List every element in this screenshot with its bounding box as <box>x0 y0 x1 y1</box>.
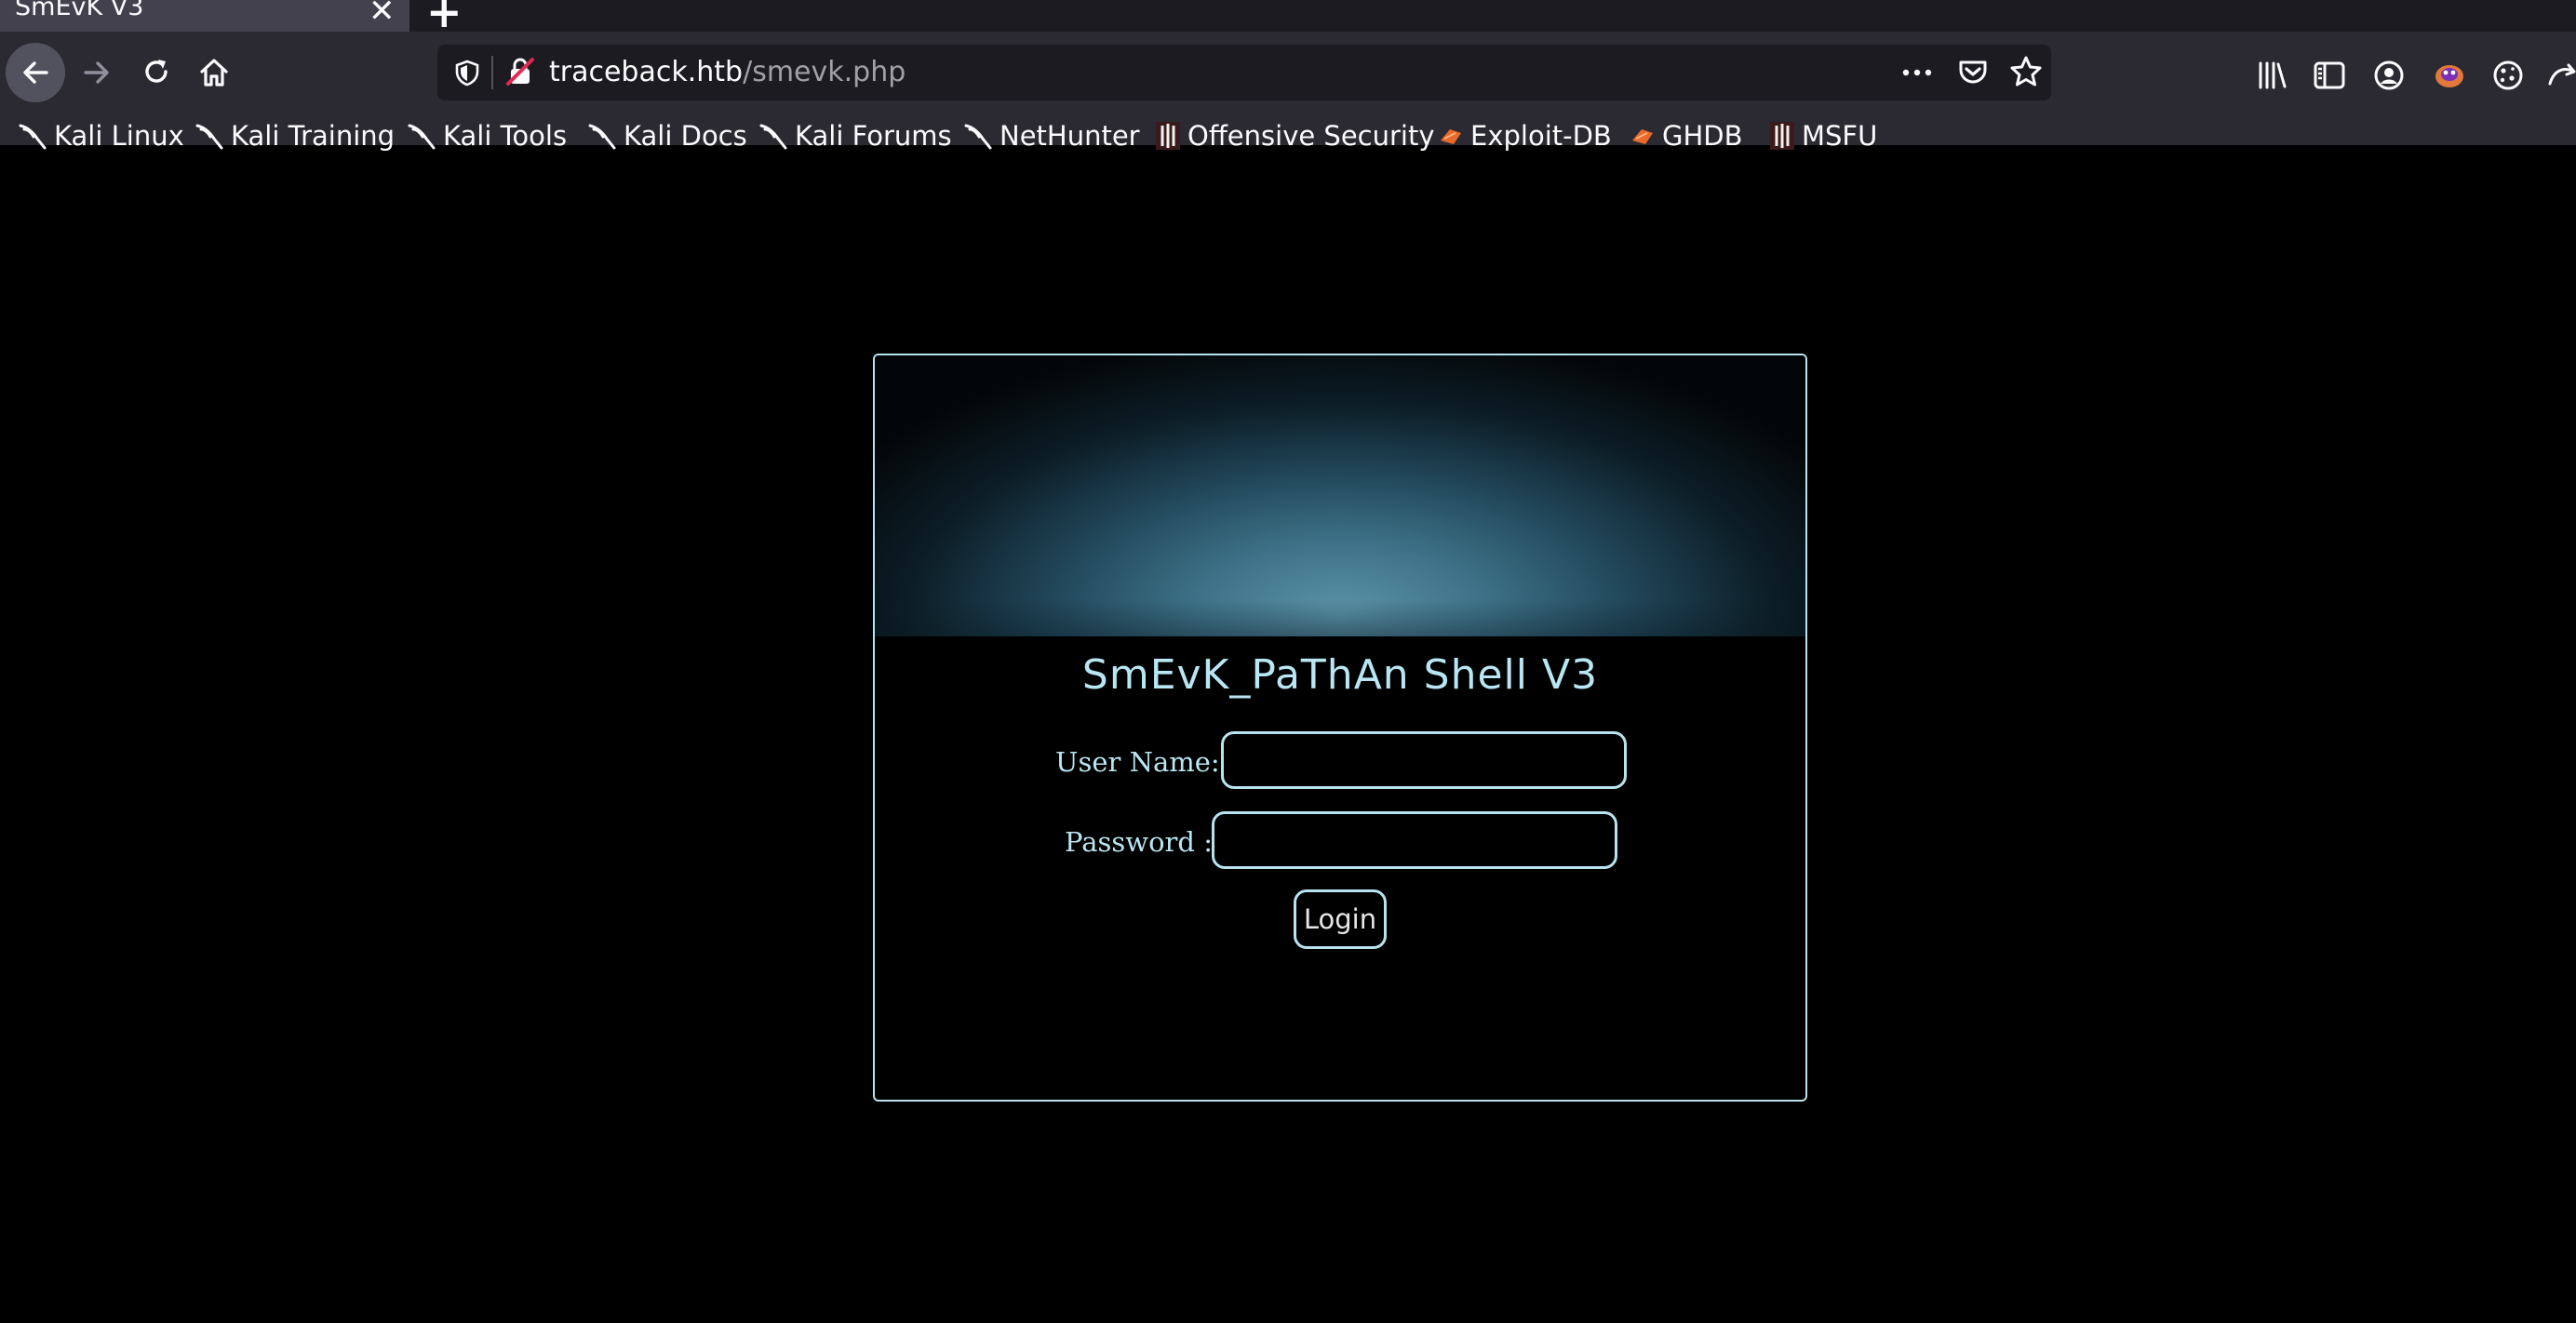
bookmark-kali-docs[interactable]: Kali Docs <box>586 119 747 153</box>
more-actions-icon[interactable] <box>1900 58 1934 87</box>
insecure-lock-icon[interactable] <box>504 56 536 87</box>
bookmark-nethunter[interactable]: NetHunter <box>962 119 1140 153</box>
back-arrow-icon <box>23 61 48 84</box>
home-icon <box>200 59 228 87</box>
password-input[interactable] <box>1212 811 1617 869</box>
url-path: /smevk.php <box>743 56 906 88</box>
bookmark-label: NetHunter <box>1000 120 1140 152</box>
back-button[interactable] <box>6 43 65 102</box>
cookie-icon[interactable] <box>2490 58 2526 93</box>
bookmarks-toolbar: Kali Linux Kali Training Kali Tools Kali… <box>0 106 2576 164</box>
forward-button[interactable] <box>67 43 127 102</box>
reload-button[interactable] <box>127 43 186 102</box>
shield-icon[interactable] <box>452 58 482 87</box>
bookmark-kali-tools[interactable]: Kali Tools <box>406 119 567 153</box>
kali-dragon-icon <box>408 124 436 150</box>
pocket-icon[interactable] <box>1956 56 1990 89</box>
sidebar-icon[interactable] <box>2312 58 2347 93</box>
password-label: Password : <box>1065 826 1213 858</box>
offsec-icon <box>1156 122 1180 150</box>
bookmark-label: Kali Linux <box>54 120 184 152</box>
extension-icon[interactable] <box>2431 56 2468 93</box>
banner-shade <box>875 599 1805 636</box>
bookmark-label: Kali Tools <box>443 120 568 152</box>
kali-dragon-icon <box>964 124 992 150</box>
star-icon[interactable] <box>2008 54 2044 89</box>
bookmark-kali-forums[interactable]: Kali Forums <box>758 119 952 153</box>
page-content: SmEvK_PaThAn Shell V3 User Name: Passwor… <box>0 166 2576 1323</box>
username-label: User Name: <box>1055 746 1220 778</box>
url-text[interactable]: traceback.htb/smevk.php <box>549 56 906 88</box>
username-input[interactable] <box>1221 731 1627 789</box>
bookmark-label: Kali Forums <box>795 120 952 152</box>
kali-dragon-icon <box>19 124 47 150</box>
tab-close-icon[interactable]: ✕ <box>369 0 396 30</box>
overflow-icon[interactable] <box>2546 60 2576 91</box>
bookmark-label: MSFU <box>1802 120 1878 152</box>
bookmark-label: Kali Training <box>231 120 396 152</box>
exploitdb-icon <box>1632 129 1653 144</box>
bookmark-label: GHDB <box>1662 120 1743 152</box>
bookmark-kali-linux[interactable]: Kali Linux <box>17 119 184 153</box>
kali-dragon-icon <box>588 124 616 150</box>
home-button[interactable] <box>184 43 244 102</box>
bookmark-label: Exploit-DB <box>1470 120 1612 152</box>
login-panel: SmEvK_PaThAn Shell V3 User Name: Passwor… <box>873 354 1807 1102</box>
tab-title: SmEvK V3 <box>15 0 144 21</box>
offsec-icon <box>1770 122 1794 150</box>
bookmark-offensive-security[interactable]: Offensive Security <box>1154 119 1435 153</box>
address-bar[interactable]: traceback.htb/smevk.php <box>437 45 2051 100</box>
account-icon[interactable] <box>2371 58 2407 93</box>
kali-dragon-icon <box>759 124 787 150</box>
header-banner-image <box>875 355 1805 636</box>
bookmark-exploit-db[interactable]: Exploit-DB <box>1437 119 1612 153</box>
library-icon[interactable] <box>2254 58 2289 93</box>
bookmark-msfu[interactable]: MSFU <box>1768 119 1877 153</box>
tab-active[interactable]: SmEvK V3 ✕ <box>0 0 409 32</box>
forward-arrow-icon <box>84 61 109 84</box>
shell-title: SmEvK_PaThAn Shell V3 <box>1081 651 1599 699</box>
bookmark-ghdb[interactable]: GHDB <box>1629 119 1743 153</box>
bookmark-label: Kali Docs <box>624 120 747 152</box>
url-host: traceback.htb <box>549 56 744 88</box>
reload-icon <box>145 60 168 83</box>
tab-strip: SmEvK V3 ✕ + <box>0 0 2576 37</box>
urlbar-separator <box>491 56 493 89</box>
bookmark-kali-training[interactable]: Kali Training <box>194 119 395 153</box>
login-button[interactable]: Login <box>1294 889 1387 949</box>
exploitdb-icon <box>1441 129 1461 144</box>
kali-dragon-icon <box>195 124 223 150</box>
bookmark-label: Offensive Security <box>1187 120 1435 152</box>
